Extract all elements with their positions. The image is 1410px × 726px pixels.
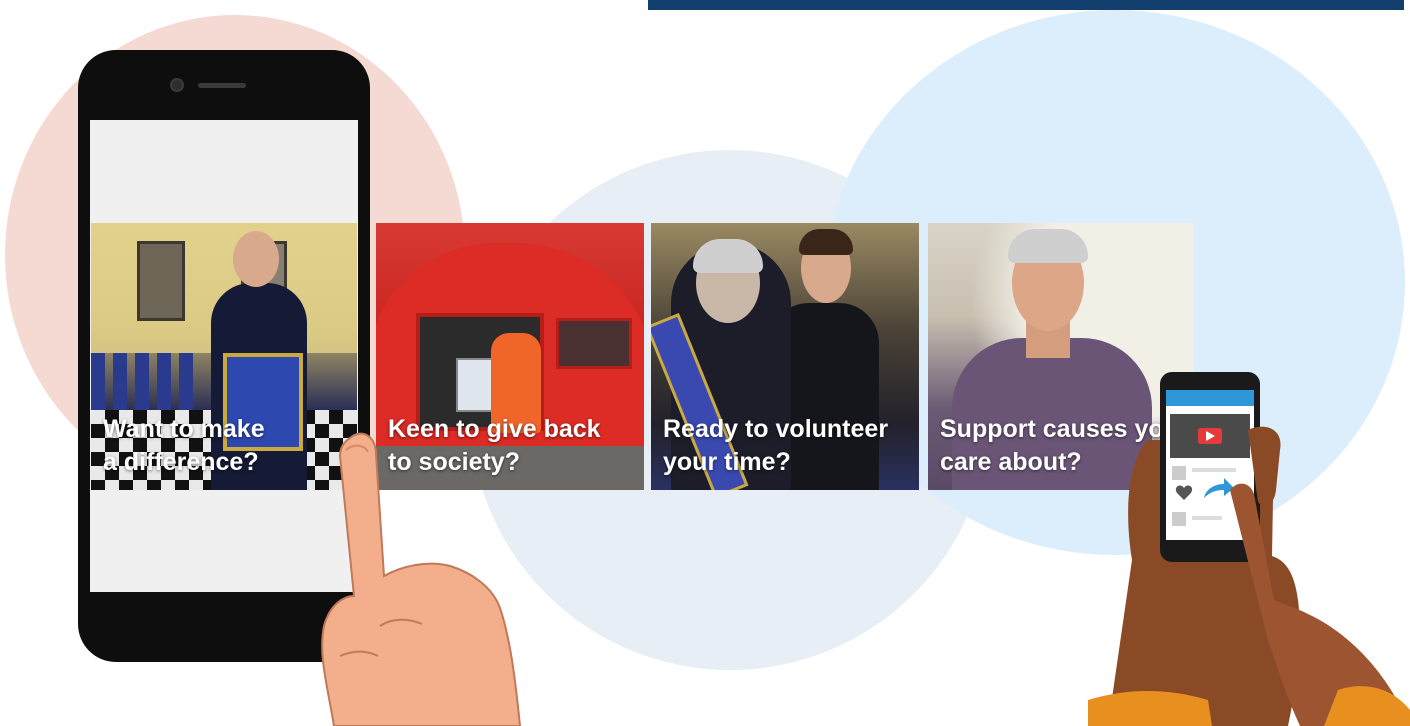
phone-camera — [170, 78, 184, 92]
avatar-placeholder-2 — [1172, 512, 1186, 526]
hands-holding-phone-illustration — [1088, 372, 1410, 726]
card-caption: Ready to volunteer your time? — [663, 413, 911, 478]
text-placeholder — [1192, 468, 1236, 472]
top-accent-bar — [648, 0, 1404, 10]
story-card-volunteer[interactable]: Ready to volunteer your time? — [651, 223, 919, 490]
small-phone-header — [1166, 390, 1254, 406]
left-sleeve — [1088, 691, 1212, 726]
lodge-chairs — [91, 353, 201, 413]
smiling-man-hair — [1008, 229, 1088, 263]
avatar-placeholder — [1172, 466, 1186, 480]
text-placeholder-2 — [1192, 516, 1222, 520]
caption-line-2: your time? — [663, 447, 791, 476]
man-head — [233, 231, 279, 287]
older-man-hair — [693, 239, 763, 273]
hand-skin — [321, 432, 522, 726]
wall-portrait-left — [137, 241, 185, 321]
caption-line-1: Ready to volunteer — [663, 415, 889, 443]
young-man-hair — [799, 229, 853, 255]
phone-speaker — [198, 83, 246, 88]
pointing-hand-illustration — [321, 432, 522, 726]
helicopter-window — [556, 318, 632, 369]
